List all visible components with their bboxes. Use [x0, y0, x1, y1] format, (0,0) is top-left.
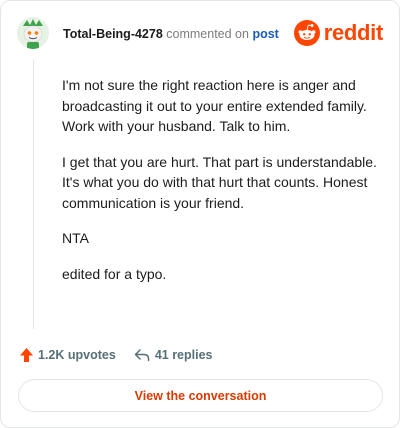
reddit-wordmark: reddit	[323, 20, 384, 45]
comment-paragraph: NTA	[62, 230, 89, 246]
reply-arrow-icon	[134, 349, 150, 362]
upvote-button[interactable]: 1.2K upvotes	[19, 347, 116, 363]
comment-header: Total-Being-4278 commented on post reddi…	[17, 17, 383, 53]
replies-button[interactable]: 41 replies	[134, 348, 213, 362]
author-line: Total-Being-4278 commented on post	[63, 27, 279, 41]
replies-count: 41 replies	[154, 348, 213, 362]
snoo-avatar-icon[interactable]	[17, 17, 49, 49]
comment-paragraph: edited for a typo.	[62, 265, 167, 282]
comment-card: Total-Being-4278 commented on post reddi…	[0, 0, 400, 428]
reddit-brand[interactable]: reddit	[293, 19, 384, 47]
comment-paragraph: I'm not sure the right reaction here is …	[62, 77, 367, 134]
upvote-count: 1.2K upvotes	[38, 348, 116, 362]
view-conversation-label: View the conversation	[134, 388, 267, 403]
view-conversation-button[interactable]: View the conversation	[18, 379, 383, 412]
comment-actions: 1.2K upvotes 41 replies	[19, 345, 213, 365]
comment-action-text: commented on	[166, 27, 249, 41]
comment-body: I'm not sure the right reaction here is …	[62, 75, 380, 299]
comment-paragraph: I get that you are hurt. That part is un…	[62, 153, 377, 211]
upvote-arrow-icon	[20, 348, 33, 362]
author-name[interactable]: Total-Being-4278	[63, 27, 163, 41]
post-link[interactable]: post	[252, 27, 278, 41]
thread-line	[33, 59, 34, 329]
reddit-logo-icon	[293, 20, 320, 46]
